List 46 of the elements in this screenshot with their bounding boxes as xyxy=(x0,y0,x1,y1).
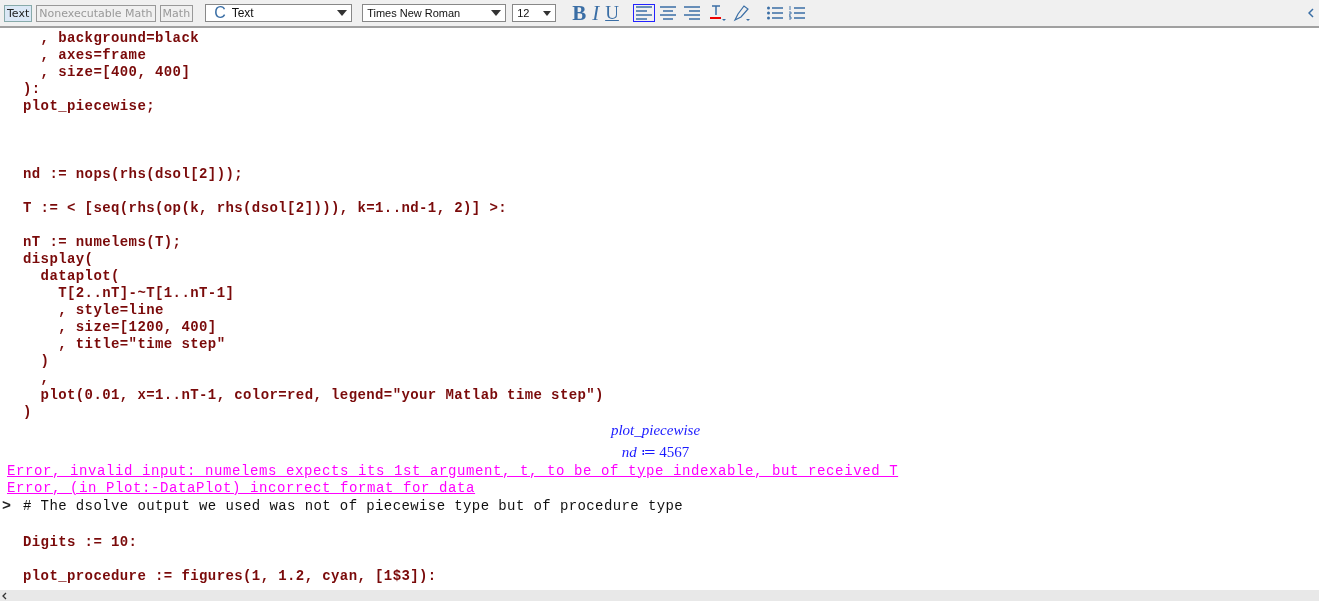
mode-button[interactable]: Nonexecutable Math xyxy=(36,4,156,22)
code-line: dataplot( xyxy=(39,267,120,284)
code-line: T := < [seq(rhs(op(k, rhs(dsol[2]))), k=1..nd-1, 2)] >: xyxy=(23,199,508,216)
code-line: plot_procedure := figures(1, 1.2, cyan, [1$3]): xyxy=(23,567,437,584)
underline-button[interactable]: U xyxy=(603,2,621,24)
chevron-left-icon[interactable] xyxy=(1308,8,1314,18)
highlighter-icon[interactable] xyxy=(732,4,751,22)
mode-button[interactable]: Text xyxy=(4,4,33,22)
code-line: , size=[1200, 400] xyxy=(57,318,217,335)
italic-button[interactable]: I xyxy=(590,2,602,24)
bullet-list-icon[interactable] xyxy=(766,6,783,20)
error-message: Error, invalid input: numelems expects its 1st argument, t, to be of type indexable, but received T xyxy=(7,462,899,479)
bold-button[interactable]: B xyxy=(570,2,589,24)
code-line: nd := nops(rhs(dsol[2])); xyxy=(23,165,244,182)
code-line: , background=black xyxy=(39,29,200,46)
output-line: plot_piecewise xyxy=(610,422,701,439)
code-line: plot_piecewise; xyxy=(23,97,156,114)
code-line: ): xyxy=(23,80,41,97)
code-line: ) xyxy=(39,352,50,369)
code-line: , title="time step" xyxy=(57,335,226,352)
code-line: , style=line xyxy=(57,301,164,318)
text-color-icon[interactable] xyxy=(708,4,727,22)
align-left-button[interactable] xyxy=(632,4,655,22)
font-size-dropdown[interactable]: 12 xyxy=(512,4,557,22)
font-dropdown[interactable]: Times New Roman xyxy=(362,4,507,22)
code-line: , xyxy=(39,369,50,386)
mode-button[interactable]: Math xyxy=(159,4,194,22)
caret-icon xyxy=(491,10,502,16)
prompt: > xyxy=(2,497,12,515)
numbered-list-icon[interactable] xyxy=(788,6,805,20)
code-line: nT := numelems(T); xyxy=(23,233,182,250)
code-line: plot(0.01, x=1..nT-1, color=red, legend="your Matlab time step") xyxy=(39,386,604,403)
code-line: , axes=frame xyxy=(39,46,147,63)
error-message: Error, (in Plot:-DataPlot) incorrect format for data xyxy=(7,479,476,496)
caret-icon xyxy=(543,10,552,16)
code-line: ) xyxy=(23,403,32,420)
output-line: nd ≔ 4567 xyxy=(621,442,690,461)
code-line: display( xyxy=(23,250,94,267)
code-line: T[2..nT]-~T[1..nT-1] xyxy=(57,284,235,301)
comment-line: # The dsolve output we used was not of piecewise type but of procedure type xyxy=(23,498,684,514)
code-line: , size=[400, 400] xyxy=(39,63,191,80)
chevron-left-icon[interactable] xyxy=(2,591,7,600)
caret-icon xyxy=(337,10,348,16)
horizontal-scrollbar[interactable] xyxy=(0,590,1319,601)
code-line: Digits := 10: xyxy=(23,533,138,550)
style-dropdown[interactable]: C Text xyxy=(205,4,353,22)
